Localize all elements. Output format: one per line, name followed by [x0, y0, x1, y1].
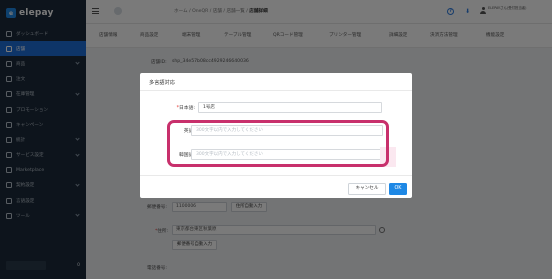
- dialog-footer: キャンセル OK: [140, 175, 412, 198]
- japanese-label: *日本語:: [176, 106, 195, 111]
- japanese-input[interactable]: 1号店: [198, 102, 382, 113]
- dialog-header: 多言語対応: [140, 73, 412, 91]
- japanese-label-text: 日本語:: [178, 106, 195, 111]
- dialog-title: 多言語対応: [149, 80, 175, 86]
- ok-button[interactable]: OK: [389, 183, 407, 195]
- annotation-highlight-box: [167, 120, 389, 167]
- cancel-button[interactable]: キャンセル: [348, 183, 386, 195]
